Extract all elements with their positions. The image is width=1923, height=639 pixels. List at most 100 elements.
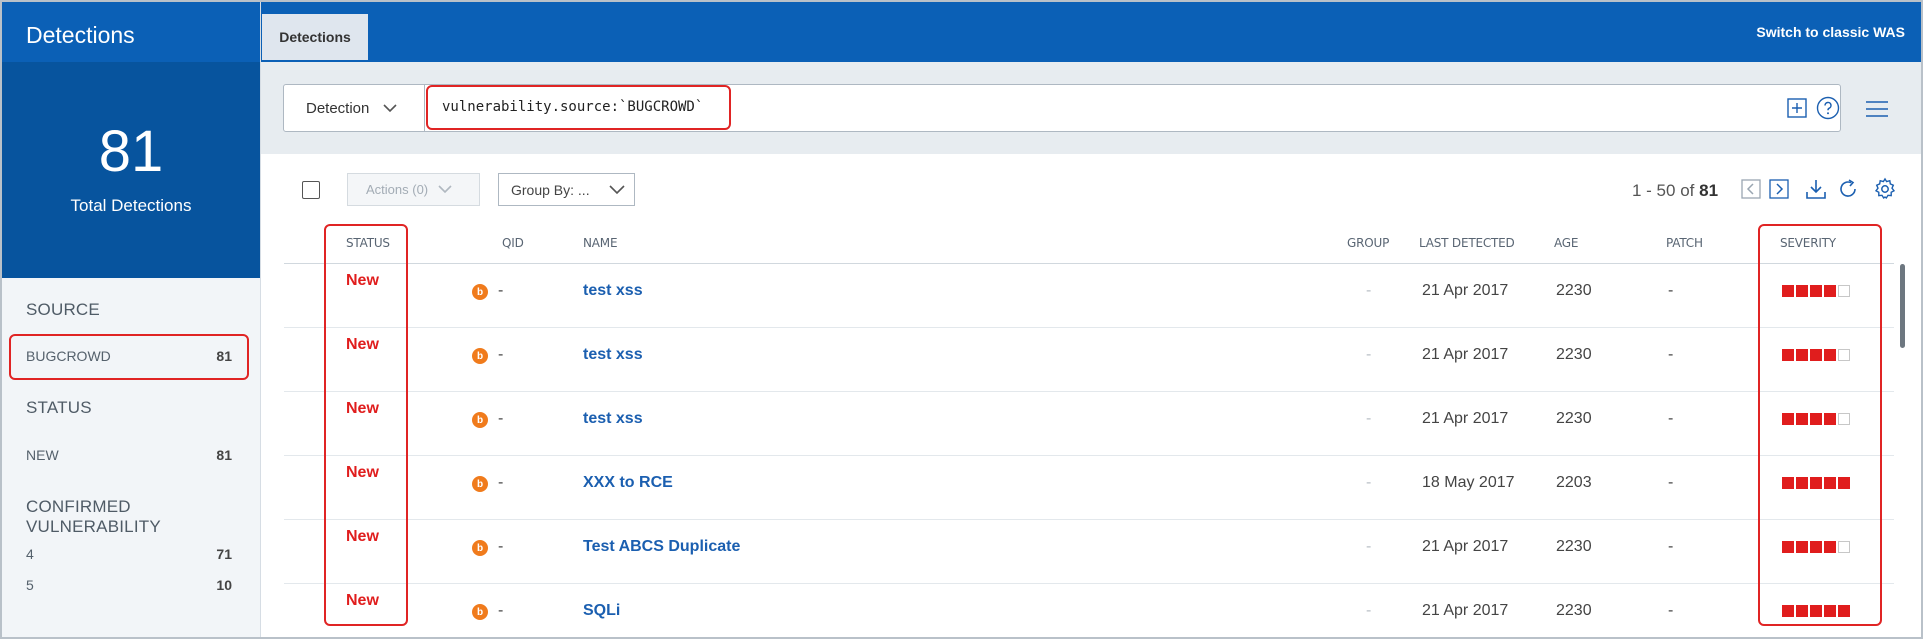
select-all-checkbox[interactable]	[302, 181, 320, 199]
detection-name-link[interactable]: test xss	[583, 410, 643, 428]
column-header-name[interactable]: NAME	[583, 236, 618, 250]
qid-cell: -	[498, 346, 504, 363]
download-icon[interactable]	[1804, 177, 1828, 201]
facet-title-status: STATUS	[26, 398, 92, 417]
bugcrowd-icon: b	[472, 412, 488, 428]
chevron-down-icon	[609, 185, 625, 195]
qid-cell: -	[498, 410, 504, 427]
column-header-patch[interactable]: PATCH	[1666, 236, 1703, 250]
bugcrowd-icon: b	[472, 476, 488, 492]
group-by-dropdown[interactable]: Group By: ...	[498, 173, 635, 206]
panel-title: Detections	[2, 2, 260, 62]
help-icon[interactable]	[1816, 96, 1840, 120]
chevron-down-icon	[383, 103, 397, 112]
highlight-search-query	[426, 85, 731, 130]
column-header-last-detected[interactable]: LAST DETECTED	[1419, 236, 1515, 250]
patch-cell: -	[1668, 602, 1674, 619]
last-detected-cell: 21 Apr 2017	[1422, 282, 1509, 299]
refresh-icon[interactable]	[1836, 177, 1860, 201]
group-cell: -	[1366, 602, 1372, 619]
age-cell: 2230	[1556, 538, 1592, 555]
table-row[interactable]: New b - Test ABCS Duplicate -21 Apr 2017 2230…	[284, 520, 1894, 584]
facet-item-count: 10	[216, 577, 232, 593]
search-type-dropdown[interactable]: Detection	[284, 85, 425, 131]
total-count: 81	[98, 119, 164, 184]
age-cell: 2203	[1556, 474, 1592, 491]
facet-item-4[interactable]: 4 71	[26, 546, 232, 562]
table-row[interactable]: New b - SQLi -21 Apr 2017 2230-	[284, 584, 1894, 637]
age-cell: 2230	[1556, 346, 1592, 363]
qid-cell: -	[498, 282, 504, 299]
facet-item-count: 71	[216, 546, 232, 562]
detection-name-link[interactable]: Test ABCS Duplicate	[583, 538, 740, 556]
patch-cell: -	[1668, 410, 1674, 427]
chevron-down-icon	[438, 185, 452, 194]
column-header-group[interactable]: GROUP	[1347, 236, 1389, 250]
facet-item-count: 81	[216, 447, 232, 463]
qid-cell: -	[498, 538, 504, 555]
pagination-range: 1 - 50 of	[1632, 181, 1695, 200]
qid-cell: -	[498, 474, 504, 491]
facet-item-label: 4	[26, 546, 34, 562]
group-cell: -	[1366, 538, 1372, 555]
bugcrowd-icon: b	[472, 348, 488, 364]
last-detected-cell: 21 Apr 2017	[1422, 346, 1509, 363]
detection-name-link[interactable]: test xss	[583, 346, 643, 364]
age-cell: 2230	[1556, 282, 1592, 299]
facet-item-5[interactable]: 5 10	[26, 577, 232, 593]
patch-cell: -	[1668, 538, 1674, 555]
bugcrowd-icon: b	[472, 540, 488, 556]
highlight-source-facet	[9, 334, 249, 380]
pagination-summary: 1 - 50 of 81	[1632, 181, 1718, 201]
column-header-age[interactable]: AGE	[1554, 236, 1578, 250]
menu-icon[interactable]	[1864, 98, 1890, 120]
qid-cell: -	[498, 602, 504, 619]
actions-dropdown[interactable]: Actions (0)	[347, 173, 480, 206]
group-cell: -	[1366, 474, 1372, 491]
facet-item-new[interactable]: NEW 81	[26, 447, 232, 463]
bugcrowd-icon: b	[472, 604, 488, 620]
vertical-scrollbar[interactable]	[1900, 264, 1905, 348]
facet-title-source: SOURCE	[26, 300, 100, 319]
detection-name-link[interactable]: test xss	[583, 282, 643, 300]
detection-name-link[interactable]: SQLi	[583, 602, 620, 620]
search-type-label: Detection	[306, 99, 370, 117]
app-window: Detections 81 Total Detections SOURCE BU…	[0, 0, 1923, 639]
group-cell: -	[1366, 410, 1372, 427]
actions-label: Actions (0)	[366, 182, 429, 197]
table-row[interactable]: New b - XXX to RCE -18 May 2017 2203-	[284, 456, 1894, 520]
patch-cell: -	[1668, 282, 1674, 299]
settings-icon[interactable]	[1873, 177, 1897, 201]
highlight-status-column	[324, 224, 408, 626]
left-panel: Detections 81 Total Detections SOURCE BU…	[2, 2, 261, 637]
prev-page-icon[interactable]	[1740, 178, 1762, 200]
top-bar: Detections Switch to classic WAS	[261, 2, 1921, 62]
total-label: Total Detections	[70, 196, 192, 215]
tab-detections[interactable]: Detections	[262, 14, 368, 60]
detection-name-link[interactable]: XXX to RCE	[583, 474, 673, 492]
table-row[interactable]: New b - test xss -21 Apr 2017 2230-	[284, 264, 1894, 328]
facet-item-label: NEW	[26, 447, 59, 463]
add-query-icon[interactable]	[1786, 97, 1808, 119]
facet-title-confirmed-vulnerability: CONFIRMED VULNERABILITY	[26, 497, 161, 536]
bugcrowd-icon: b	[472, 284, 488, 300]
last-detected-cell: 21 Apr 2017	[1422, 602, 1509, 619]
patch-cell: -	[1668, 346, 1674, 363]
age-cell: 2230	[1556, 410, 1592, 427]
group-by-label: Group By: ...	[511, 181, 590, 198]
last-detected-cell: 21 Apr 2017	[1422, 410, 1509, 427]
group-cell: -	[1366, 346, 1372, 363]
column-header-qid[interactable]: QID	[502, 236, 524, 250]
pagination-total: 81	[1699, 181, 1719, 200]
patch-cell: -	[1668, 474, 1674, 491]
table-row[interactable]: New b - test xss -21 Apr 2017 2230-	[284, 392, 1894, 456]
search-area: Detection vulnerability.source:`BUGCROWD…	[261, 62, 1921, 154]
highlight-severity-column	[1758, 224, 1882, 626]
group-cell: -	[1366, 282, 1372, 299]
facet-item-label: 5	[26, 577, 34, 593]
next-page-icon[interactable]	[1768, 178, 1790, 200]
switch-classic-link[interactable]: Switch to classic WAS	[1756, 24, 1905, 40]
age-cell: 2230	[1556, 602, 1592, 619]
total-summary: 81 Total Detections	[2, 62, 260, 278]
table-row[interactable]: New b - test xss -21 Apr 2017 2230-	[284, 328, 1894, 392]
